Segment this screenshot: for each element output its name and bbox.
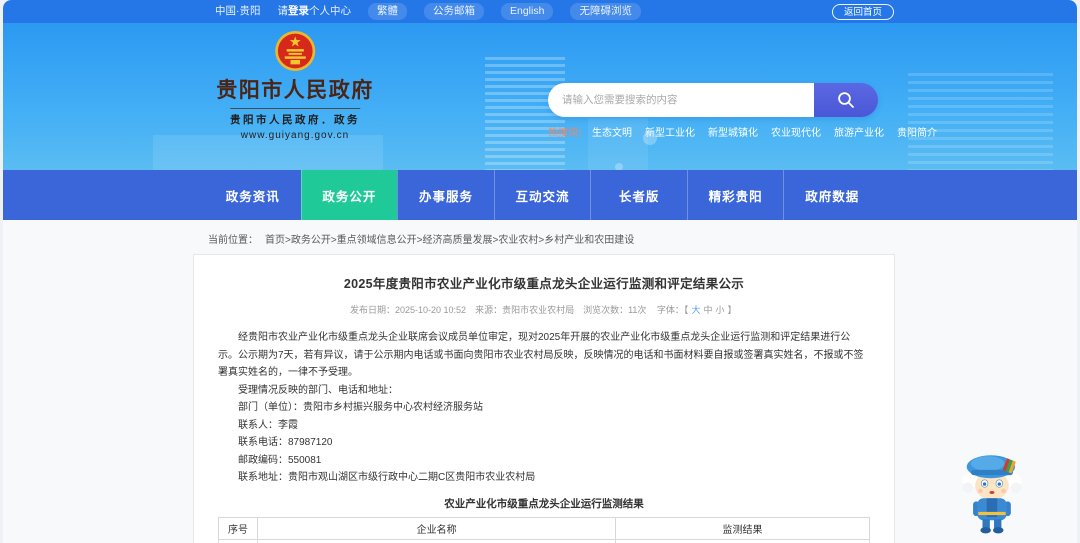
search-area: 热搜词： 生态文明 新型工业化 新型城镇化 农业现代化 旅游产业化 贵阳简介: [548, 83, 937, 139]
table-cell: 贵州合力超市采购有限公司: [257, 538, 617, 543]
topbar: 中国·贵阳 请登录个人中心 繁體 公务邮箱 English 无障碍浏览 返回首页: [3, 0, 1077, 23]
site-logo[interactable]: 贵阳市人民政府 贵阳市人民政府．政务 www.guiyang.gov.cn: [216, 30, 374, 141]
hot-search-link[interactable]: 农业现代化: [771, 128, 821, 139]
nav-tabs: 政务资讯 政务公开 办事服务 互动交流 长者版 精彩贵阳 政府数据: [205, 170, 880, 220]
topbar-item[interactable]: 无障碍浏览: [570, 3, 641, 20]
article-paragraph: 联系地址：贵阳市观山湖区市级行政中心二期C区贵阳市农业农村局: [238, 472, 536, 483]
table-header-cell: 监测结果: [615, 516, 870, 540]
topbar-items: 中国·贵阳 请登录个人中心 繁體 公务邮箱 English 无障碍浏览: [215, 3, 641, 20]
nav-tab[interactable]: 办事服务: [397, 170, 494, 220]
banner: 贵阳市人民政府 贵阳市人民政府．政务 www.guiyang.gov.cn 热搜…: [3, 23, 1077, 170]
table-row: 1贵州合力超市采购有限公司合格: [217, 538, 870, 543]
back-to-home-button[interactable]: 返回首页: [832, 4, 895, 20]
article-paragraph: 受理情况反映的部门、电话和地址：: [238, 384, 398, 396]
table-header-cell: 序号: [217, 516, 259, 540]
bokeh-circle: [615, 163, 623, 170]
hot-search-row: 热搜词： 生态文明 新型工业化 新型城镇化 农业现代化 旅游产业化 贵阳简介: [548, 124, 937, 139]
nav-tab[interactable]: 长者版: [590, 170, 687, 220]
hot-search-label: 热搜词：: [548, 128, 588, 139]
hot-search-link[interactable]: 旅游产业化: [834, 128, 884, 139]
font-small-button[interactable]: 小: [715, 305, 724, 315]
mascot-widget[interactable]: [956, 451, 1030, 535]
topbar-item[interactable]: 公务邮箱: [424, 3, 484, 20]
table-cell: 合格: [615, 538, 870, 543]
article-body: 经贵阳市农业产业化市级重点龙头企业联席会议成员单位审定，现对2025年开展的农业…: [218, 329, 870, 487]
article-paragraph: 经贵阳市农业产业化市级重点龙头企业联席会议成员单位审定，现对2025年开展的农业…: [218, 332, 864, 378]
hot-search-links: 生态文明 新型工业化 新型城镇化 农业现代化 旅游产业化 贵阳简介: [592, 124, 950, 139]
breadcrumb-path[interactable]: 首页>政务公开>重点领域信息公开>经济高质量发展>农业农村>乡村产业和农田建设: [265, 231, 634, 246]
hot-search-link[interactable]: 新型工业化: [645, 128, 695, 139]
site-frame: 中国·贵阳 请登录个人中心 繁體 公务邮箱 English 无障碍浏览 返回首页 贵阳市人…: [3, 0, 1077, 543]
page-body: 当前位置： 首页>政务公开>重点领域信息公开>经济高质量发展>农业农村>乡村产业…: [3, 220, 1077, 543]
nav-tab[interactable]: 政务资讯: [205, 170, 301, 220]
article-title: 2025年度贵阳市农业产业化市级重点龙头企业运行监测和评定结果公示: [343, 277, 745, 291]
article-paragraph: 联系人：李霞: [238, 419, 298, 431]
article-paragraph: 邮政编码：550081: [238, 454, 322, 466]
search-button[interactable]: [814, 83, 878, 117]
table-header-cell: 企业名称: [257, 516, 617, 540]
article-card: 2025年度贵阳市农业产业化市级重点龙头企业运行监测和评定结果公示 发布日期：2…: [193, 254, 895, 543]
topbar-item[interactable]: 繁體: [368, 3, 407, 20]
topbar-item[interactable]: 中国·贵阳: [215, 4, 261, 19]
font-close: 】: [727, 305, 737, 315]
hot-search-link[interactable]: 新型城镇化: [708, 128, 758, 139]
nav-tab[interactable]: 互动交流: [493, 170, 591, 220]
nav-tab[interactable]: 政务公开: [300, 170, 398, 220]
national-emblem-icon: [274, 30, 316, 72]
site-title: 贵阳市人民政府: [216, 79, 374, 102]
font-label: 字体：【: [656, 305, 689, 315]
hot-search-link[interactable]: 生态文明: [592, 128, 632, 139]
breadcrumb-label: 当前位置：: [208, 235, 258, 246]
topbar-item[interactable]: English: [501, 3, 554, 20]
font-large-button[interactable]: 大: [691, 305, 700, 315]
font-size-control: 字体：【大中小】: [655, 303, 738, 316]
logo-divider: [230, 108, 360, 109]
search-bar: [548, 83, 878, 117]
font-medium-button[interactable]: 中: [703, 305, 712, 315]
article-paragraph: 联系电话：87987120: [238, 437, 333, 448]
view-count: 浏览次数：11次: [583, 305, 647, 315]
monitor-table: 序号企业名称监测结果 1贵州合力超市采购有限公司合格2贵州友禾种业有限公司合格3…: [217, 516, 870, 543]
topbar-item[interactable]: 请登录个人中心: [278, 4, 352, 19]
search-input[interactable]: [548, 83, 814, 117]
article-source: 来源：贵阳市农业农村局: [475, 305, 575, 315]
city-skyline-right: [908, 73, 1053, 170]
mascot-icon: [962, 455, 1022, 534]
nav-tab[interactable]: 精彩贵阳: [686, 170, 784, 220]
main-nav: 政务资讯 政务公开 办事服务 互动交流 长者版 精彩贵阳 政府数据: [3, 170, 1077, 220]
site-subtitle: 贵阳市人民政府．政务: [230, 114, 360, 126]
article-paragraph: 部门（单位）：贵阳市乡村振兴服务中心农村经济服务站: [238, 402, 483, 413]
article-meta: 发布日期：2025-10-20 10:52 来源：贵阳市农业农村局 浏览次数：1…: [218, 303, 870, 316]
hot-search-link[interactable]: 贵阳简介: [897, 128, 937, 139]
table-title: 农业产业化市级重点龙头企业运行监测结果: [444, 497, 644, 510]
table-header-row: 序号 企业名称 监测结果: [217, 516, 870, 540]
nav-tab[interactable]: 政府数据: [783, 170, 880, 220]
publish-date: 发布日期：2025-10-20 10:52: [350, 305, 467, 315]
site-url: www.guiyang.gov.cn: [240, 130, 350, 141]
breadcrumb: 当前位置： 首页>政务公开>重点领域信息公开>经济高质量发展>农业农村>乡村产业…: [208, 220, 1077, 248]
table-cell: 1: [217, 538, 259, 543]
search-icon: [838, 92, 854, 108]
